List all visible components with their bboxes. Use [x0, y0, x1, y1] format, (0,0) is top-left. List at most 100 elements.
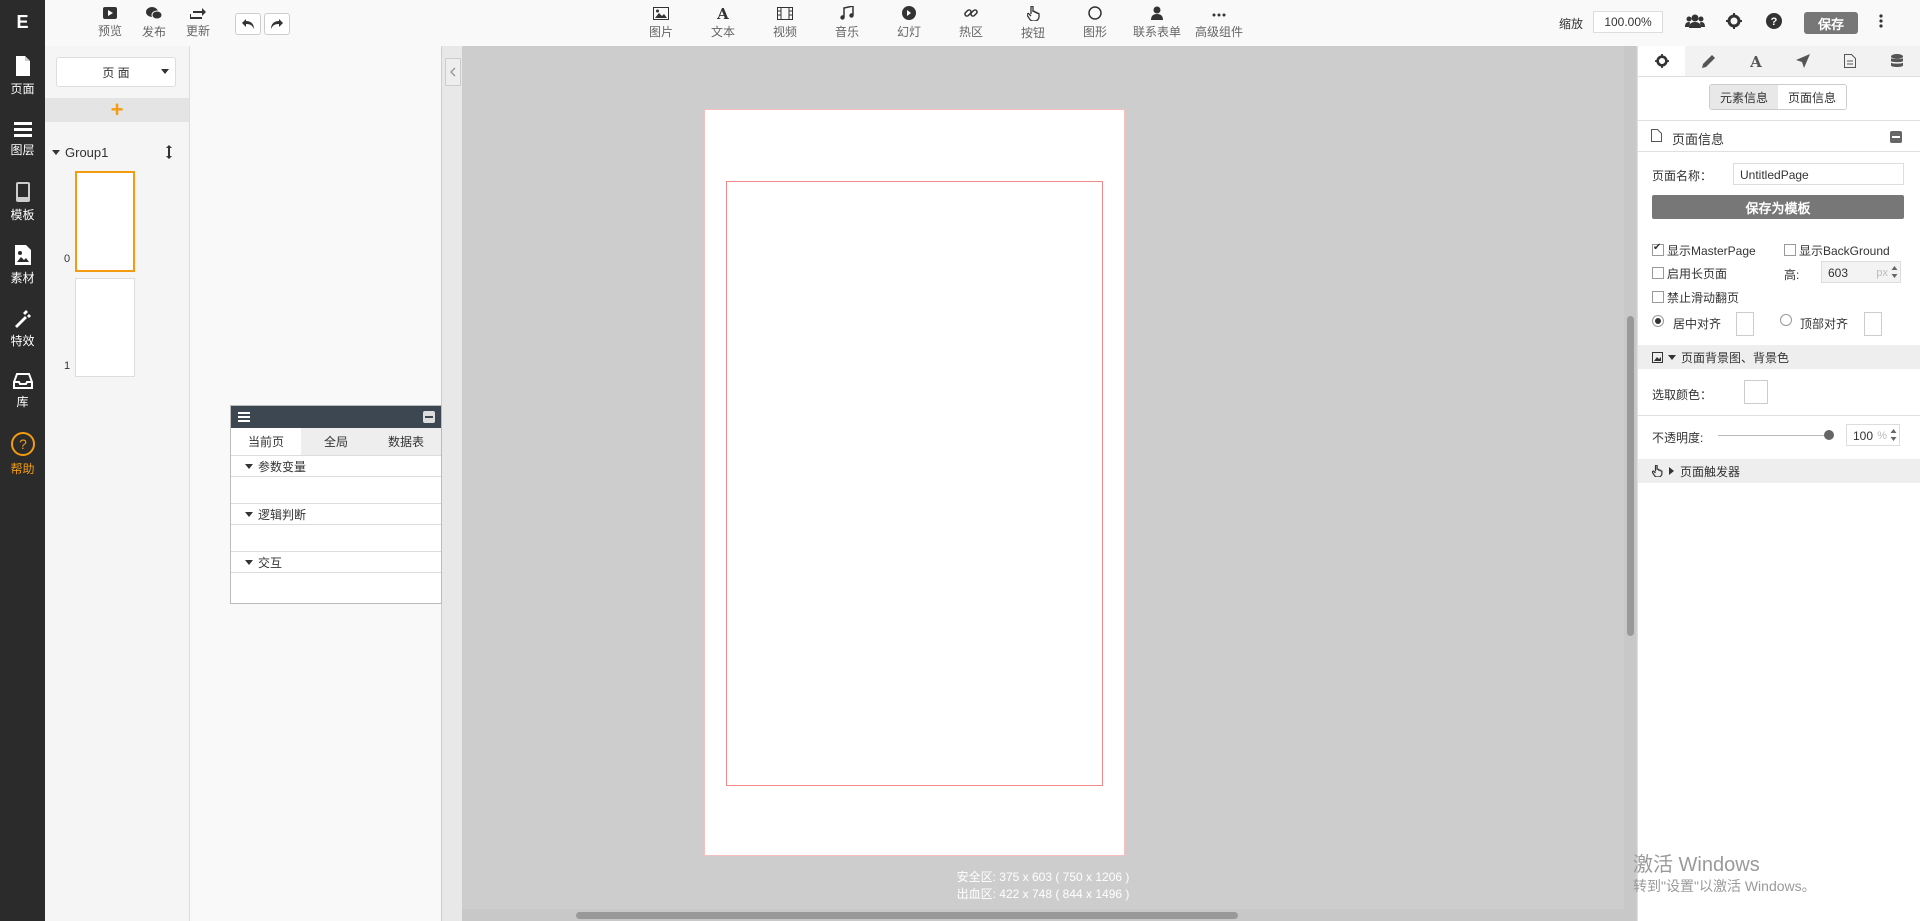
height-input[interactable]: 603 px: [1821, 261, 1901, 283]
collapse-icon[interactable]: [1890, 131, 1902, 143]
caret-down-icon: [245, 463, 253, 469]
stepper-icon[interactable]: [1891, 265, 1898, 279]
page-name-input[interactable]: UntitledPage: [1733, 163, 1904, 185]
safe-area-info: 安全区: 375 x 603 ( 750 x 1206 ): [956, 870, 1130, 884]
undo-button[interactable]: [235, 13, 261, 35]
preview-button[interactable]: 预览: [88, 0, 132, 46]
left-rail: E 页面 图层 模板 素材 特效 库 ? 帮助: [0, 0, 45, 921]
gear-icon[interactable]: [1726, 13, 1742, 29]
page-info-button[interactable]: 页面信息: [1778, 85, 1846, 109]
document-icon: [1844, 54, 1857, 68]
plus-icon: +: [110, 97, 124, 122]
section-label: 参数变量: [258, 459, 307, 474]
redo-button[interactable]: [264, 13, 290, 35]
pencil-icon: [1701, 55, 1715, 68]
tab-settings[interactable]: [1638, 46, 1686, 76]
collapse-panel-button[interactable]: [445, 58, 461, 86]
divider: [1638, 151, 1920, 152]
scrollbar-thumb[interactable]: [576, 912, 1238, 919]
align-top-label: 顶部对齐: [1800, 317, 1849, 331]
insert-advanced-button[interactable]: 高级组件: [1188, 0, 1250, 46]
insert-text-button[interactable]: A 文本: [692, 0, 754, 46]
tab-page[interactable]: [1827, 46, 1874, 76]
show-background-checkbox[interactable]: [1784, 244, 1796, 256]
rail-item-layers[interactable]: 图层: [0, 108, 45, 171]
tab-action[interactable]: [1780, 46, 1827, 76]
background-section[interactable]: 页面背景图、背景色: [1638, 345, 1920, 369]
svg-text:?: ?: [19, 436, 27, 452]
horizontal-scrollbar[interactable]: [462, 909, 1624, 921]
align-center-label: 居中对齐: [1673, 317, 1722, 331]
insert-slideshow-button[interactable]: 幻灯: [878, 0, 940, 46]
more-vertical-icon[interactable]: [1879, 13, 1883, 29]
tab-data-table[interactable]: 数据表: [371, 428, 441, 455]
file-icon: [15, 56, 30, 76]
page-canvas[interactable]: [704, 109, 1125, 856]
save-button[interactable]: 保存: [1804, 12, 1858, 34]
team-icon[interactable]: [1685, 13, 1705, 29]
tab-database[interactable]: [1874, 46, 1920, 76]
rail-item-templates[interactable]: 模板: [0, 171, 45, 234]
rail-item-library[interactable]: 库: [0, 360, 45, 423]
layers-icon: [13, 122, 32, 137]
page-type-select[interactable]: 页 面: [56, 57, 176, 87]
color-picker-swatch[interactable]: [1744, 380, 1768, 404]
element-info-button[interactable]: 元素信息: [1710, 85, 1778, 109]
align-top-radio[interactable]: [1780, 314, 1792, 326]
insert-label: 幻灯: [896, 25, 921, 39]
page-trigger-section[interactable]: 页面触发器: [1638, 459, 1920, 483]
long-page-checkbox[interactable]: [1652, 267, 1664, 279]
variables-panel-header[interactable]: [231, 406, 441, 428]
zoom-input[interactable]: 100.00%: [1593, 11, 1663, 33]
tab-text[interactable]: A: [1732, 46, 1779, 76]
tab-global[interactable]: 全局: [301, 428, 371, 455]
menu-icon[interactable]: [238, 412, 250, 422]
resize-vertical-icon[interactable]: [166, 145, 172, 159]
section-parameter-variables[interactable]: 参数变量: [231, 456, 441, 477]
vertical-scrollbar[interactable]: [1624, 46, 1636, 921]
rail-item-effects[interactable]: 特效: [0, 297, 45, 360]
insert-video-button[interactable]: 视频: [754, 0, 816, 46]
page-group-row[interactable]: Group1: [52, 143, 182, 161]
page-thumbnail[interactable]: [75, 278, 135, 377]
opacity-slider-track[interactable]: [1718, 435, 1828, 436]
bleed-area-info: 出血区: 422 x 748 ( 844 x 1496 ): [956, 887, 1130, 901]
tab-current-page[interactable]: 当前页: [231, 428, 301, 455]
disable-swipe-checkbox[interactable]: [1652, 291, 1664, 303]
section-logic[interactable]: 逻辑判断: [231, 504, 441, 525]
section-label: 逻辑判断: [258, 507, 307, 522]
show-master-checkbox[interactable]: [1652, 242, 1664, 256]
publish-button[interactable]: 发布: [132, 0, 176, 46]
insert-hotspot-button[interactable]: 热区: [940, 0, 1002, 46]
height-label: 高:: [1784, 268, 1800, 282]
save-as-template-button[interactable]: 保存为模板: [1652, 195, 1904, 219]
stepper-icon[interactable]: [1890, 428, 1897, 442]
app-logo[interactable]: E: [0, 0, 45, 45]
opacity-input[interactable]: 100 %: [1846, 424, 1900, 446]
rail-item-pages[interactable]: 页面: [0, 45, 45, 108]
rail-item-help[interactable]: ? 帮助: [0, 423, 45, 486]
publish-tools: 预览 发布 更新: [88, 0, 220, 46]
align-center-radio[interactable]: [1652, 315, 1664, 327]
update-button[interactable]: 更新: [176, 0, 220, 46]
circle-shape-icon: [1088, 6, 1102, 20]
opacity-slider-handle[interactable]: [1824, 430, 1834, 440]
minimize-icon[interactable]: [423, 411, 435, 423]
add-page-button[interactable]: +: [45, 97, 189, 122]
page-thumbnail[interactable]: [75, 171, 135, 272]
tab-style[interactable]: [1685, 46, 1732, 76]
insert-button-button[interactable]: 按钮: [1002, 0, 1064, 46]
help-icon[interactable]: ?: [1766, 13, 1782, 29]
rail-item-assets[interactable]: 素材: [0, 234, 45, 297]
scrollbar-thumb[interactable]: [1627, 316, 1634, 636]
preview-label: 预览: [97, 24, 122, 38]
opacity-label: 不透明度:: [1652, 431, 1704, 445]
zoom-label: 缩放: [1559, 17, 1584, 31]
insert-picture-button[interactable]: 图片: [630, 0, 692, 46]
insert-music-button[interactable]: 音乐: [816, 0, 878, 46]
section-interaction[interactable]: 交互: [231, 552, 441, 573]
insert-shape-button[interactable]: 图形: [1064, 0, 1126, 46]
insert-contact-form-button[interactable]: 联系表单: [1126, 0, 1188, 46]
svg-text:?: ?: [1771, 16, 1778, 28]
height-value: 603: [1828, 266, 1849, 280]
